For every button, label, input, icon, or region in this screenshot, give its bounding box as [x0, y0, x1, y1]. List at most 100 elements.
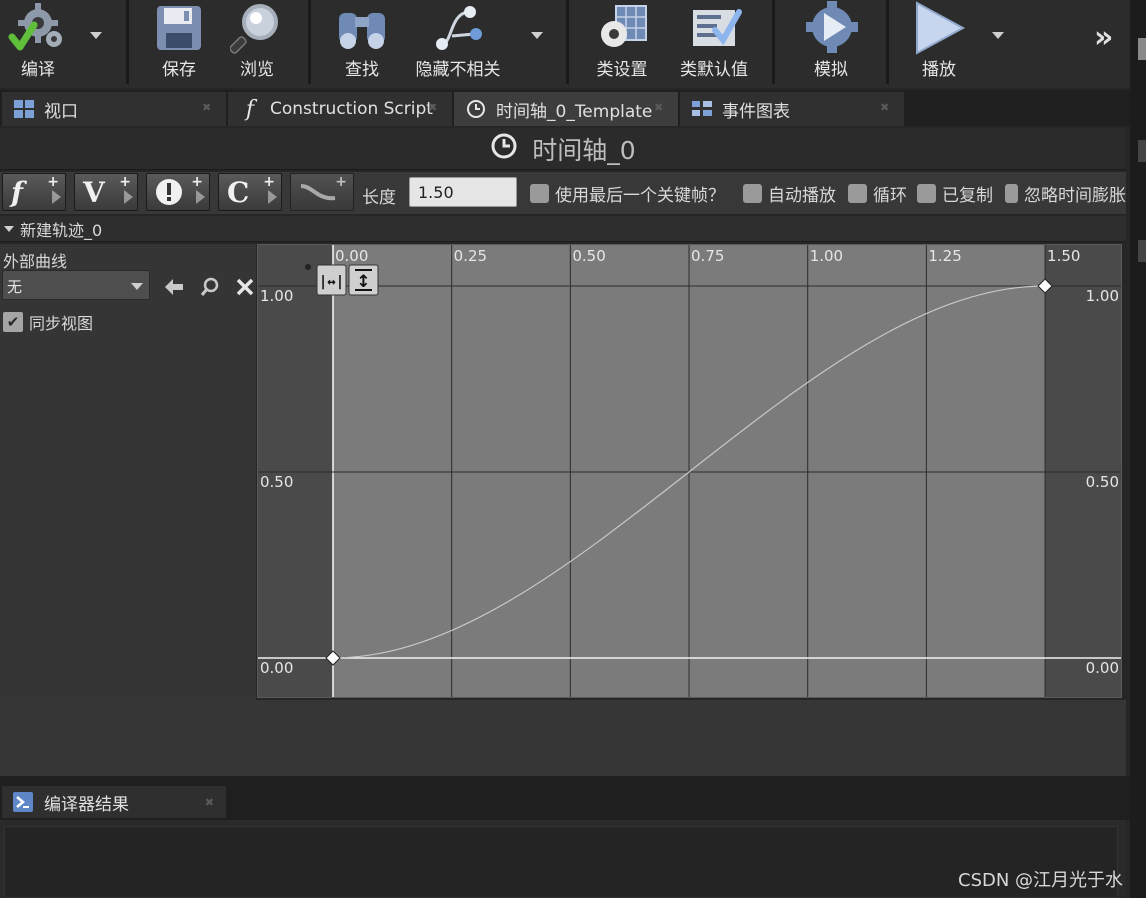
close-icon[interactable]: ✖ — [205, 796, 214, 809]
check-icon[interactable]: ✔ — [3, 312, 23, 332]
side-tab-marker[interactable] — [1138, 140, 1146, 162]
double-chevron-right-icon[interactable]: » — [1094, 20, 1113, 55]
x-tick-label: 0.75 — [691, 247, 724, 265]
document-tab-bar: 视口 ✖ f Construction Script ✖ 时间轴_0_Templ… — [0, 90, 1130, 126]
close-icon[interactable]: ✖ — [428, 102, 438, 113]
hide-unrelated-chevron-down-icon[interactable] — [531, 32, 543, 39]
zoom-to-fit-vertical-button[interactable]: ↕ — [348, 264, 379, 296]
tab-viewport[interactable]: 视口 ✖ — [2, 92, 226, 126]
option-label: 自动播放 — [768, 186, 836, 206]
option-label: 循环 — [873, 186, 907, 206]
use-last-keyframe-checkbox[interactable]: 使用最后一个关键帧？ — [530, 181, 725, 206]
compiler-results-log[interactable] — [4, 826, 1118, 898]
side-tab-marker[interactable] — [1138, 240, 1146, 262]
class-settings-label: 类设置 — [596, 60, 648, 80]
class-defaults-button[interactable]: 类默认值 — [676, 0, 752, 84]
y-tick-label-right: 0.00 — [1086, 659, 1119, 677]
save-label: 保存 — [162, 60, 196, 80]
add-color-track-button[interactable]: C + — [218, 173, 282, 211]
toolbar-divider — [566, 0, 569, 84]
add-event-track-button[interactable]: + — [146, 173, 210, 211]
tab-label: 时间轴_0_Template — [496, 101, 653, 122]
add-vector-track-button[interactable]: V + — [74, 173, 138, 211]
y-tick-label-left: 0.00 — [260, 659, 293, 677]
browse-asset-search-icon[interactable] — [199, 276, 221, 298]
timeline-title: 时间轴_0 — [532, 135, 636, 165]
play-label: 播放 — [922, 60, 956, 80]
tab-label: 事件图表 — [722, 101, 790, 122]
clock-icon — [464, 98, 488, 120]
toolbar-divider — [308, 0, 311, 84]
tab-label: 编译器结果 — [44, 794, 129, 815]
hide-unrelated-label: 隐藏不相关 — [415, 60, 501, 80]
x-tick-label: 1.25 — [928, 247, 961, 265]
curve-graph[interactable]: 0.00 0.25 0.50 0.75 1.00 1.25 1.50 1.00 1.00 0.5… — [258, 245, 1122, 698]
browse-button[interactable]: 浏览 — [226, 0, 288, 84]
curve-editor[interactable]: 0.00 0.25 0.50 0.75 1.00 1.25 1.50 1.00 1.00 0.5… — [257, 244, 1122, 698]
tab-timeline-template[interactable]: 时间轴_0_Template ✖ — [454, 92, 678, 126]
bottom-tab-bar: 编译器结果 ✖ — [0, 786, 1130, 820]
zoom-to-fit-horizontal-button[interactable]: |↔| — [316, 264, 347, 296]
checkbox-box[interactable] — [1005, 184, 1018, 203]
tab-event-graph[interactable]: 事件图表 ✖ — [680, 92, 904, 126]
ignore-time-dilation-checkbox[interactable]: 忽略时间膨胀 — [1005, 181, 1126, 206]
track-header[interactable]: 新建轨迹_0 — [0, 216, 1126, 242]
external-curve-dropdown[interactable]: 无 — [2, 270, 150, 300]
clear-close-icon[interactable] — [234, 276, 256, 298]
node-graph-icon — [426, 0, 490, 56]
loop-checkbox[interactable]: 循环 — [848, 181, 907, 206]
checkbox-box[interactable] — [530, 184, 549, 203]
toolbar-divider — [126, 0, 129, 84]
compile-gear-icon — [6, 0, 70, 56]
checkbox-box[interactable] — [848, 184, 867, 203]
play-button[interactable]: 播放 — [906, 0, 972, 84]
simulate-button[interactable]: 模拟 — [796, 0, 866, 84]
save-button[interactable]: 保存 — [148, 0, 210, 84]
tab-label: Construction Script — [270, 99, 433, 119]
binoculars-icon — [330, 0, 394, 56]
scrub-handle-dot[interactable] — [305, 264, 311, 270]
compile-options-chevron-down-icon[interactable] — [90, 32, 102, 39]
function-icon: f — [245, 96, 255, 122]
magnifier-icon — [225, 0, 289, 56]
side-tab-marker[interactable] — [1138, 38, 1146, 60]
checkbox-box[interactable] — [917, 184, 936, 203]
compile-button[interactable]: 编译 — [6, 0, 70, 84]
y-tick-label-right: 1.00 — [1086, 287, 1119, 305]
checkbox-box[interactable] — [743, 184, 762, 203]
sync-view-label: 同步视图 — [29, 314, 94, 333]
main-toolbar: 编译 保存 浏览 查找 隐藏不相关 类设置 类默认值 模拟 播放 » — [0, 0, 1146, 88]
tab-construction-script[interactable]: f Construction Script ✖ — [228, 92, 452, 126]
track-name: 新建轨迹_0 — [20, 220, 103, 240]
tab-compiler-results[interactable]: 编译器结果 ✖ — [2, 786, 226, 818]
curve-icon — [300, 184, 336, 201]
close-icon[interactable]: ✖ — [202, 102, 212, 113]
hide-unrelated-button[interactable]: 隐藏不相关 — [412, 0, 504, 84]
x-tick-label: 1.00 — [810, 247, 843, 265]
compile-label: 编译 — [21, 60, 55, 80]
use-selected-asset-arrow-icon[interactable] — [163, 276, 185, 298]
tab-label: 视口 — [44, 101, 78, 122]
length-label: 长度 — [362, 188, 396, 208]
autoplay-checkbox[interactable]: 自动播放 — [743, 181, 836, 206]
toolbar-divider — [886, 0, 889, 84]
x-tick-label: 0.00 — [335, 247, 368, 265]
close-icon[interactable]: ✖ — [880, 102, 890, 113]
x-tick-label: 0.25 — [454, 247, 487, 265]
replicated-checkbox[interactable]: 已复制 — [917, 181, 993, 206]
add-float-track-button[interactable]: f + — [2, 173, 66, 211]
play-options-chevron-down-icon[interactable] — [992, 32, 1004, 39]
add-external-curve-button[interactable]: + — [290, 173, 354, 211]
watermark-text: CSDN @江月光于水 — [958, 870, 1124, 891]
collapse-triangle-icon[interactable] — [4, 225, 14, 232]
y-tick-label-left: 1.00 — [260, 287, 293, 305]
svg-text:|↔|: |↔| — [319, 274, 344, 290]
length-input[interactable] — [409, 177, 517, 207]
sync-view-checkbox[interactable]: ✔ 同步视图 — [3, 310, 93, 334]
close-icon[interactable]: ✖ — [654, 102, 664, 113]
find-label: 查找 — [345, 60, 379, 80]
y-tick-label-left: 0.50 — [260, 473, 293, 491]
class-settings-button[interactable]: 类设置 — [588, 0, 656, 84]
find-button[interactable]: 查找 — [330, 0, 394, 84]
timeline-toolbar: f+ V+ + C+ + 长度 使用最后一个关键帧？ 自动播放 循环 已复制 忽… — [0, 172, 1126, 214]
